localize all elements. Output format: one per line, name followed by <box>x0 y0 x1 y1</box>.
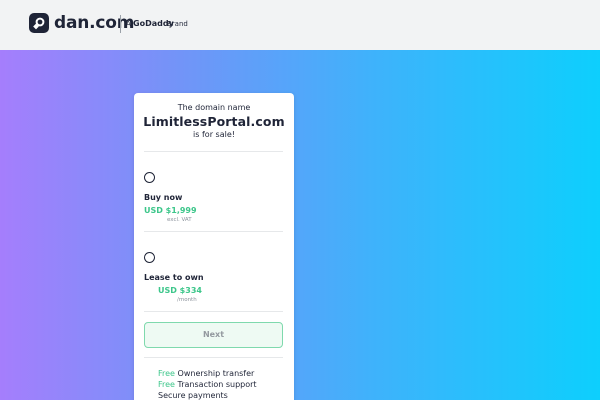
sale-text: is for sale! <box>193 130 235 139</box>
feature-label: Ownership transfer <box>177 369 255 378</box>
lease-to-own-radio[interactable] <box>144 252 155 263</box>
brand-suffix: Brand <box>167 20 188 28</box>
dan-logo-icon[interactable] <box>29 13 49 33</box>
divider <box>144 151 283 152</box>
brand-prefix: A <box>126 20 131 28</box>
lease-price: USD $334 <box>158 286 202 295</box>
intro-text: The domain name <box>177 103 251 112</box>
buy-now-title[interactable]: Buy now <box>144 193 182 203</box>
next-button[interactable]: Next <box>144 322 283 348</box>
feature-item: Free Transaction support <box>158 380 257 390</box>
domain-name: LimitlessPortal.com <box>143 114 285 129</box>
lease-price-note: /month <box>177 297 197 303</box>
logo-divider <box>120 15 121 33</box>
feature-free-label: Free <box>158 380 175 389</box>
domain-sale-card: The domain name LimitlessPortal.com is f… <box>134 93 294 400</box>
logo-text[interactable]: dan.com <box>54 12 134 34</box>
lease-to-own-title[interactable]: Lease to own <box>144 273 204 283</box>
feature-item: Free Ownership transfer <box>158 369 254 379</box>
buy-now-price-note: excl. VAT <box>167 217 192 223</box>
divider <box>144 357 283 358</box>
feature-item: Secure payments <box>158 391 228 400</box>
top-bar: dan.com A GoDaddy Brand <box>0 0 600 50</box>
feature-label: Secure payments <box>158 391 228 400</box>
buy-now-radio[interactable] <box>144 172 155 183</box>
feature-free-label: Free <box>158 369 175 378</box>
buy-now-price: USD $1,999 <box>144 206 197 215</box>
divider <box>144 311 283 312</box>
divider <box>144 231 283 232</box>
feature-label: Transaction support <box>177 380 257 389</box>
hero-background <box>0 50 600 400</box>
